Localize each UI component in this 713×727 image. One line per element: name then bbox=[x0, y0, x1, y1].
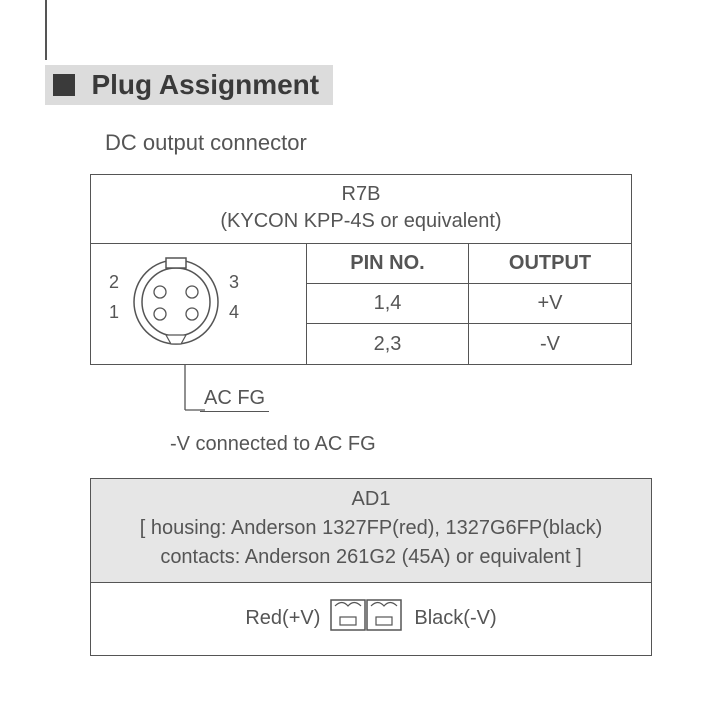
r7b-model: R7B bbox=[342, 183, 381, 205]
output-cell: +V bbox=[469, 284, 631, 324]
bullet-square-icon bbox=[53, 74, 75, 96]
diagram-pin-3: 3 bbox=[229, 272, 239, 293]
acfg-callout: AC FG bbox=[90, 365, 630, 425]
acfg-label: AC FG bbox=[200, 387, 269, 412]
ad1-line2: contacts: Anderson 261G2 (45A) or equiva… bbox=[160, 546, 581, 568]
anderson-connector-icon bbox=[330, 597, 404, 639]
output-cell: -V bbox=[469, 324, 631, 364]
section-title: Plug Assignment bbox=[91, 69, 319, 100]
diagram-pin-1: 1 bbox=[109, 302, 119, 323]
ad1-table: AD1 [ housing: Anderson 1327FP(red), 132… bbox=[90, 478, 652, 656]
section-header: Plug Assignment bbox=[45, 65, 333, 105]
r7b-table: R7B (KYCON KPP-4S or equivalent) 2 1 3 4 bbox=[90, 174, 632, 365]
ad1-red-label: Red(+V) bbox=[245, 607, 320, 630]
pin-table: PIN NO. OUTPUT 1,4 +V 2,3 -V bbox=[307, 244, 631, 364]
ad1-body: Red(+V) Black(-V) bbox=[91, 583, 651, 655]
ad1-model: AD1 bbox=[352, 488, 391, 510]
r7b-part: (KYCON KPP-4S or equivalent) bbox=[220, 210, 501, 232]
ad1-black-label: Black(-V) bbox=[414, 607, 496, 630]
diagram-pin-2: 2 bbox=[109, 272, 119, 293]
ad1-line1: [ housing: Anderson 1327FP(red), 1327G6F… bbox=[140, 517, 602, 539]
connector-icon bbox=[126, 252, 226, 352]
col-header-output: OUTPUT bbox=[469, 244, 631, 284]
diagram-pin-4: 4 bbox=[229, 302, 239, 323]
r7b-connector-diagram: 2 1 3 4 bbox=[91, 244, 307, 364]
pin-cell: 1,4 bbox=[307, 284, 469, 324]
r7b-note: -V connected to AC FG bbox=[90, 433, 698, 456]
ad1-header: AD1 [ housing: Anderson 1327FP(red), 132… bbox=[91, 479, 651, 583]
r7b-header: R7B (KYCON KPP-4S or equivalent) bbox=[91, 175, 631, 244]
section-subtitle: DC output connector bbox=[105, 130, 698, 156]
col-header-pin: PIN NO. bbox=[307, 244, 469, 284]
pin-cell: 2,3 bbox=[307, 324, 469, 364]
